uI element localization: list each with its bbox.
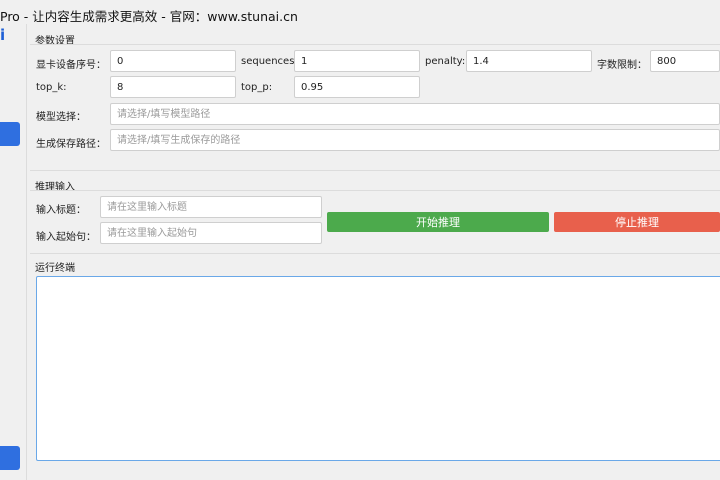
- start-inference-button[interactable]: 开始推理: [327, 212, 549, 232]
- save-path-input[interactable]: [110, 129, 720, 151]
- sidebar: [0, 24, 27, 480]
- inference-divider: [30, 190, 720, 191]
- input-title-field[interactable]: [100, 196, 322, 218]
- input-start-label: 输入起始句：: [36, 232, 96, 243]
- top-p-label: top_p:: [241, 82, 273, 93]
- sequences-label: sequences:: [241, 56, 298, 67]
- stop-inference-button[interactable]: 停止推理: [554, 212, 720, 232]
- params-bottom-divider: [30, 170, 720, 171]
- model-label: 模型选择：: [36, 112, 86, 123]
- model-path-input[interactable]: [110, 103, 720, 125]
- sidebar-bottom-button[interactable]: [0, 446, 20, 470]
- app-logo: i: [0, 26, 6, 44]
- char-limit-input[interactable]: [650, 50, 720, 72]
- top-k-input[interactable]: [110, 76, 236, 98]
- sidebar-nav-button[interactable]: [0, 122, 20, 146]
- penalty-input[interactable]: [466, 50, 592, 72]
- terminal-group-label: 运行终端: [35, 263, 75, 274]
- save-path-label: 生成保存路径：: [36, 139, 106, 150]
- terminal-output[interactable]: [36, 276, 720, 461]
- inference-bottom-divider: [30, 253, 720, 254]
- window-title: Pro - 让内容生成需求更高效 - 官网：www.stunai.cn: [0, 9, 298, 24]
- top-p-input[interactable]: [294, 76, 420, 98]
- penalty-label: penalty:: [425, 56, 466, 67]
- input-title-label: 输入标题：: [36, 205, 86, 216]
- char-limit-label: 字数限制：: [597, 60, 647, 71]
- sequences-input[interactable]: [294, 50, 420, 72]
- top-k-label: top_k:: [36, 82, 67, 93]
- gpu-input[interactable]: [110, 50, 236, 72]
- input-start-field[interactable]: [100, 222, 322, 244]
- params-divider: [30, 44, 720, 45]
- gpu-label: 显卡设备序号：: [36, 60, 106, 71]
